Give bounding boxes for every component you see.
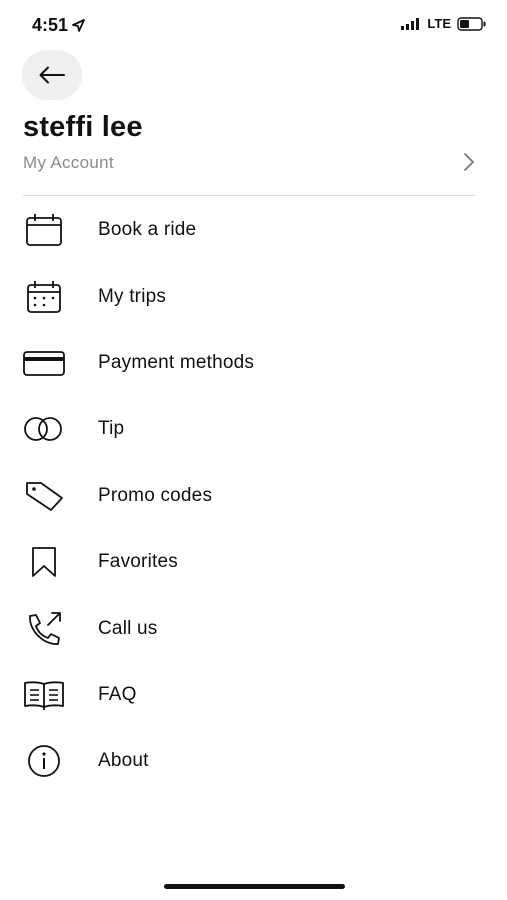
book-open-icon xyxy=(22,678,66,712)
calendar-dots-icon xyxy=(22,280,66,314)
info-icon xyxy=(22,744,66,778)
menu-item-call-us[interactable]: Call us xyxy=(0,595,507,661)
bookmark-icon xyxy=(22,545,66,579)
menu-item-about[interactable]: About xyxy=(0,728,507,794)
menu-item-label: Payment methods xyxy=(98,351,255,373)
divider xyxy=(23,195,475,196)
back-button[interactable] xyxy=(22,50,82,100)
menu-item-label: Favorites xyxy=(98,551,178,573)
phone-outgoing-icon xyxy=(22,611,66,646)
menu-item-label: Book a ride xyxy=(98,219,197,241)
arrow-left-icon xyxy=(39,66,65,84)
my-account-row[interactable]: My Account xyxy=(23,148,475,178)
calendar-icon xyxy=(22,213,66,247)
menu-item-label: Tip xyxy=(98,418,125,440)
menu-item-label: My trips xyxy=(98,285,167,307)
home-indicator[interactable] xyxy=(164,884,345,889)
menu-item-faq[interactable]: FAQ xyxy=(0,662,507,728)
menu-item-label: Call us xyxy=(98,617,158,639)
location-arrow-icon xyxy=(72,19,85,32)
profile-name: steffi lee xyxy=(23,111,143,143)
menu-list: Book a ride My trips Payment methods Tip… xyxy=(0,197,507,795)
menu-item-label: FAQ xyxy=(98,683,137,705)
status-time: 4:51 xyxy=(32,15,85,36)
signal-icon xyxy=(401,17,421,30)
menu-item-payment-methods[interactable]: Payment methods xyxy=(0,330,507,396)
menu-item-book-a-ride[interactable]: Book a ride xyxy=(0,197,507,263)
menu-item-favorites[interactable]: Favorites xyxy=(0,529,507,595)
tag-icon xyxy=(22,479,66,513)
menu-item-label: Promo codes xyxy=(98,484,213,506)
menu-item-my-trips[interactable]: My trips xyxy=(0,263,507,329)
menu-item-label: About xyxy=(98,750,149,772)
status-indicators: LTE xyxy=(401,16,487,31)
coins-icon xyxy=(22,412,66,446)
credit-card-icon xyxy=(22,346,66,380)
menu-item-promo-codes[interactable]: Promo codes xyxy=(0,463,507,529)
status-bar: 4:51 LTE xyxy=(0,0,507,50)
my-account-label: My Account xyxy=(23,153,114,172)
battery-icon xyxy=(457,16,487,31)
status-time-text: 4:51 xyxy=(32,15,69,35)
network-label: LTE xyxy=(427,16,451,31)
chevron-right-icon xyxy=(463,152,475,172)
menu-item-tip[interactable]: Tip xyxy=(0,396,507,462)
